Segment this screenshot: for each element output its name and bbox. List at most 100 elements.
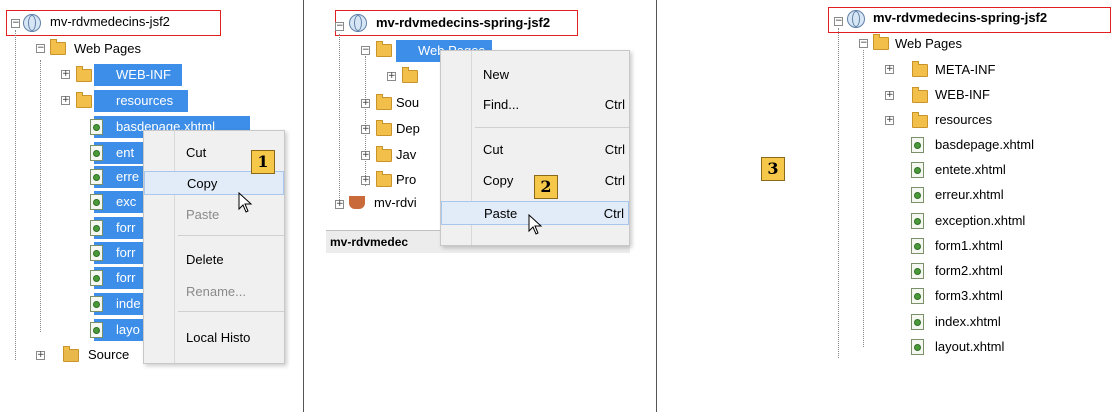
tree-item-label: META-INF (935, 62, 996, 77)
xhtml-file-icon (911, 137, 924, 153)
tree-item-label: layout.xhtml (935, 339, 1005, 354)
step-badge: 3 (761, 157, 785, 181)
collapse-toggle[interactable]: − (36, 44, 45, 53)
tree-item-label: forr (116, 220, 136, 235)
menu-item-new[interactable]: New (441, 63, 629, 87)
xhtml-file-icon (911, 288, 924, 304)
xhtml-file-icon (911, 162, 924, 178)
tree-item-label: resources (116, 93, 174, 108)
navigator-title: mv-rdvmedec (330, 235, 409, 249)
shortcut-label: Ctrl (604, 97, 625, 112)
xhtml-file-icon (90, 270, 103, 286)
tree-item-label: form2.xhtml (935, 263, 1003, 278)
expand-toggle[interactable]: + (335, 200, 344, 209)
shortcut-label: Ctrl (603, 206, 624, 221)
tree-item-label: WEB-INF (116, 67, 171, 82)
xhtml-file-icon (90, 322, 103, 338)
menu-item-find[interactable]: Find... Ctrl (441, 93, 629, 117)
menu-item-label: Paste (484, 206, 518, 221)
tree-item-label: exception.xhtml (935, 213, 1026, 228)
xhtml-file-icon (911, 263, 924, 279)
xhtml-file-icon (90, 169, 103, 185)
expand-toggle[interactable]: + (361, 99, 370, 108)
web-pages-folder-icon (50, 39, 66, 55)
tree-item-label: exc (116, 194, 137, 209)
panel-1-copy-step: − mv-rdvmedecins-jsf2 − Web Pages + WEB-… (0, 0, 303, 412)
web-pages-label: Web Pages (895, 36, 962, 51)
tree-item-label: forr (116, 270, 136, 285)
menu-item-label: Copy (483, 173, 514, 188)
web-pages-folder-icon (873, 34, 889, 50)
mouse-cursor-icon (238, 192, 253, 213)
menu-item-paste[interactable]: Paste (144, 203, 284, 227)
menu-item-label: Rename... (186, 284, 246, 299)
xhtml-file-icon (90, 145, 103, 161)
expand-toggle[interactable]: + (387, 72, 396, 81)
xhtml-file-icon (911, 238, 924, 254)
tree-item-label: form1.xhtml (935, 238, 1003, 253)
source-folder-icon (376, 94, 392, 110)
folder-icon (76, 66, 92, 82)
step-badge: 2 (534, 175, 558, 199)
tree-item-label: index.xhtml (935, 314, 1001, 329)
source-folder-icon (63, 346, 79, 362)
panel-3-result: 3 − mv-rdvmedecins-spring-jsf2 − Web Pag… (657, 0, 1116, 412)
tree-item-label: ent (116, 145, 135, 160)
xhtml-file-icon (911, 314, 924, 330)
expand-toggle[interactable]: + (36, 351, 45, 360)
expand-toggle[interactable]: + (885, 91, 894, 100)
menu-item-label: Local Histo (186, 330, 251, 345)
tree-item-label: basdepage.xhtml (935, 137, 1035, 152)
menu-item-label: Find... (483, 97, 520, 112)
menu-item-label: Delete (186, 252, 224, 267)
tree-item-label: Sou (396, 95, 420, 110)
collapse-toggle[interactable]: − (335, 22, 344, 31)
project-files-folder-icon (376, 171, 392, 187)
menu-item-copy[interactable]: Copy (144, 171, 284, 195)
xhtml-file-icon (90, 220, 103, 236)
tree-item-web-inf[interactable]: WEB-INF (94, 64, 182, 86)
folder-icon (76, 92, 92, 108)
tree-item-label: Source (88, 347, 130, 362)
xhtml-file-icon (911, 213, 924, 229)
project-label: mv-rdvmedecins-spring-jsf2 (873, 10, 1048, 25)
web-pages-label: Web Pages (74, 41, 141, 56)
menu-item-delete[interactable]: Delete (144, 248, 284, 272)
shortcut-label: Ctrl (604, 173, 625, 188)
tree-item-label: inde (116, 296, 141, 311)
mouse-cursor-icon (528, 214, 543, 235)
collapse-toggle[interactable]: − (834, 17, 843, 26)
xhtml-file-icon (90, 194, 103, 210)
menu-item-local-history[interactable]: Local Histo (144, 326, 284, 350)
menu-item-label: Paste (186, 207, 220, 222)
collapse-toggle[interactable]: − (361, 46, 370, 55)
xhtml-file-icon (90, 245, 103, 261)
java-folder-icon (376, 146, 392, 162)
tree-item-label: mv-rdvi (374, 195, 417, 210)
menu-item-label: New (483, 67, 510, 82)
folder-icon (912, 87, 928, 103)
tree-item-label: erreur.xhtml (935, 187, 1004, 202)
tree-item-label: Dep (396, 121, 420, 136)
folder-icon (402, 67, 418, 83)
expand-toggle[interactable]: + (361, 151, 370, 160)
expand-toggle[interactable]: + (361, 125, 370, 134)
project-label: mv-rdvmedecins-jsf2 (50, 14, 170, 29)
expand-toggle[interactable]: + (361, 176, 370, 185)
expand-toggle[interactable]: + (61, 96, 70, 105)
tree-item-label: layo (116, 322, 140, 337)
expand-toggle[interactable]: + (61, 70, 70, 79)
expand-toggle[interactable]: + (885, 65, 894, 74)
menu-item-rename[interactable]: Rename... (144, 280, 284, 304)
web-project-icon (349, 14, 367, 32)
folder-icon (912, 112, 928, 128)
expand-toggle[interactable]: + (885, 116, 894, 125)
collapse-toggle[interactable]: − (11, 19, 20, 28)
step-badge: 1 (251, 150, 275, 174)
web-project-icon (847, 10, 865, 28)
menu-item-cut[interactable]: Cut Ctrl (441, 138, 629, 162)
tree-item-label: form3.xhtml (935, 288, 1003, 303)
tree-item-label: WEB-INF (935, 87, 990, 102)
tree-item-resources[interactable]: resources (94, 90, 188, 112)
collapse-toggle[interactable]: − (859, 39, 868, 48)
